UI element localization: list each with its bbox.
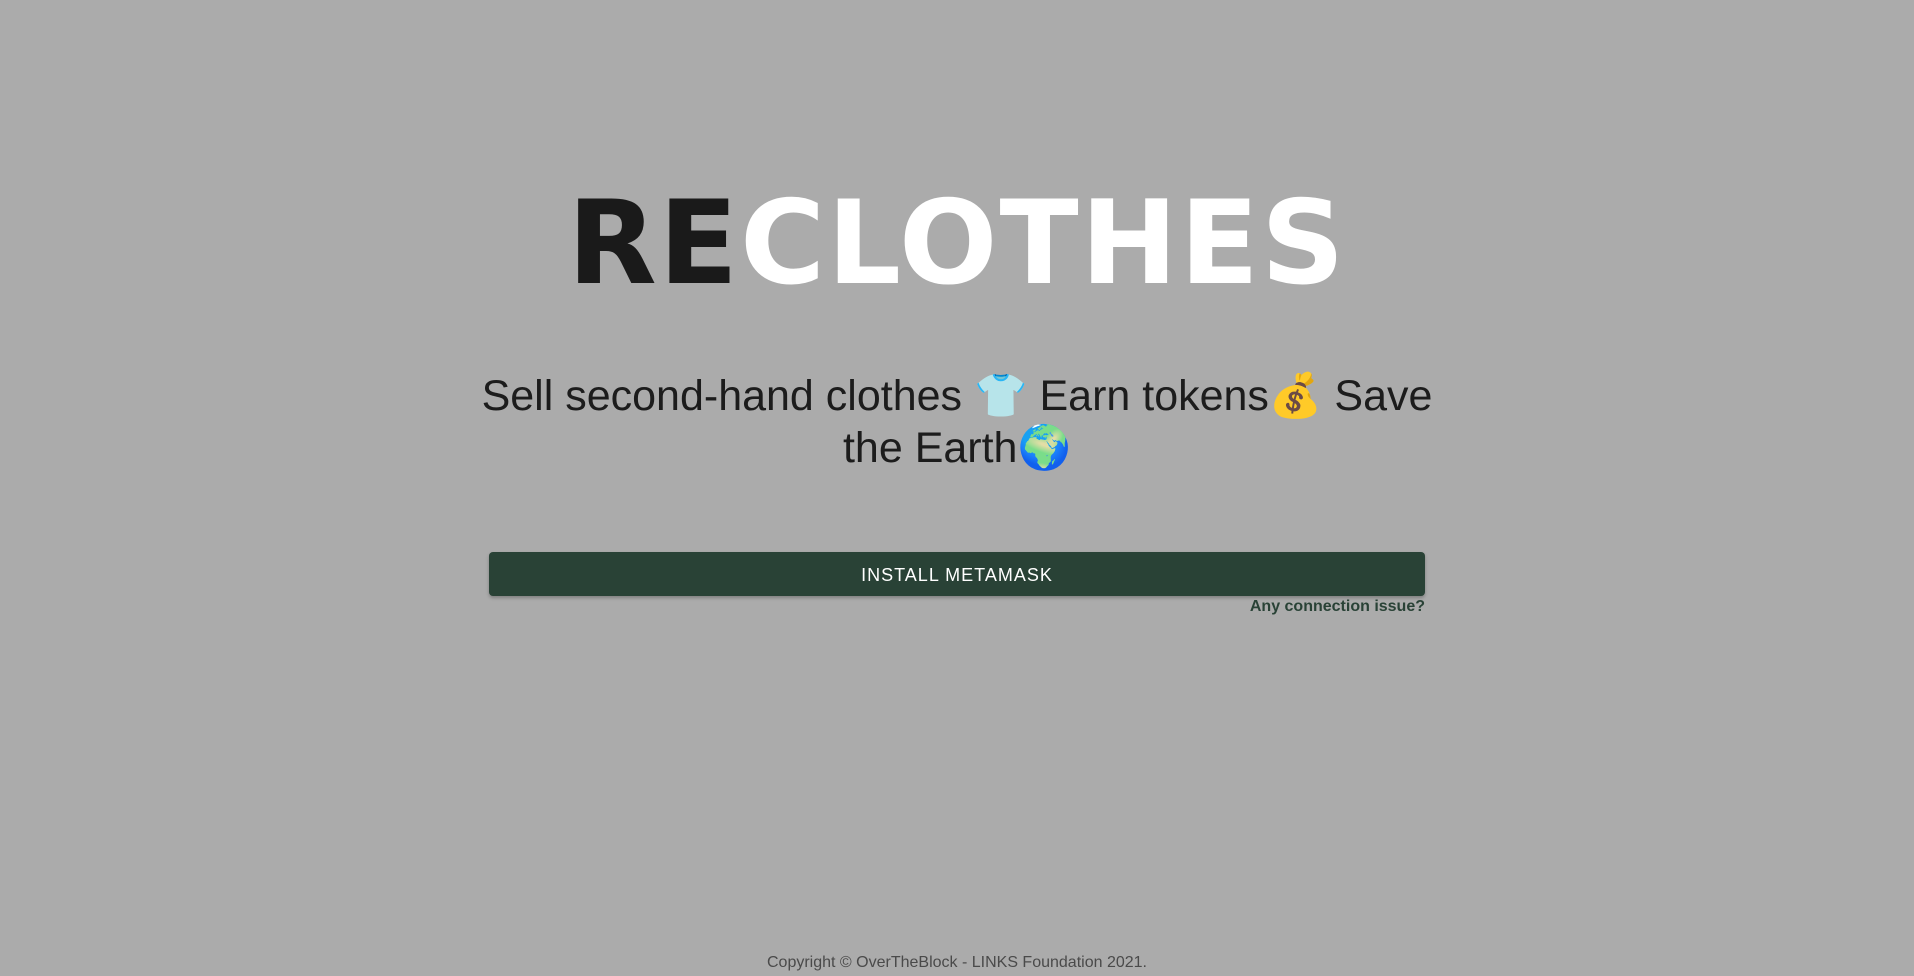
connection-issue-link[interactable]: Any connection issue? bbox=[1250, 596, 1425, 618]
logo-clothes-text: CLOTHES bbox=[740, 176, 1347, 311]
reclothes-logo: RECLOTHES bbox=[0, 186, 1914, 302]
logo-re-text: RE bbox=[567, 176, 741, 311]
footer-copyright: Copyright © OverTheBlock - LINKS Foundat… bbox=[767, 954, 1147, 971]
tagline: Sell second-hand clothes 👕 Earn tokens💰 … bbox=[481, 372, 1433, 472]
landing-page: RECLOTHES Sell second-hand clothes 👕 Ear… bbox=[0, 0, 1914, 976]
install-metamask-button[interactable]: INSTALL METAMASK bbox=[489, 552, 1425, 596]
